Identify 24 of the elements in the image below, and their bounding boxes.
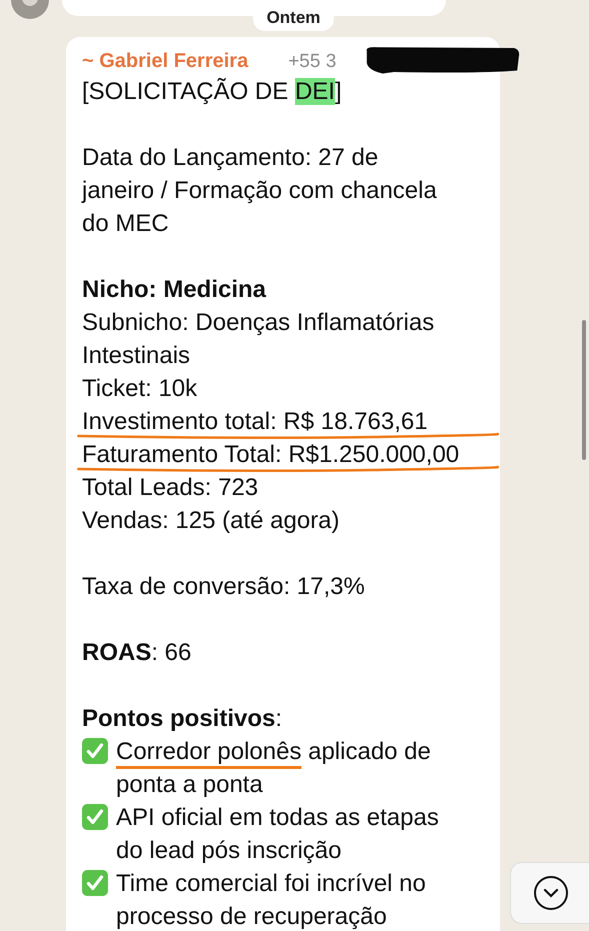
chevron-down-icon <box>533 875 569 911</box>
message-text: Corredor polonês aplicado de ponta a ponta <box>116 737 432 800</box>
scrollbar[interactable] <box>582 320 586 460</box>
message-text: Nicho: Medicina <box>82 276 266 303</box>
message-title: [SOLICITAÇÃO DE DEI] <box>82 76 343 107</box>
avatar-icon <box>10 0 50 20</box>
message-text: Data do Lançamento: 27 de janeiro / Formação com chancela do MEC <box>82 144 437 237</box>
message-text: Ticket: 10k <box>82 375 198 402</box>
message-text: Time comercial foi incrível no processo de recuperação <box>116 869 427 931</box>
sender-name[interactable]: ~ Gabriel Ferreira <box>82 44 248 78</box>
message-text: Subnicho: Doenças Inflamatórias Intestinais <box>82 309 434 369</box>
message-text: Investimento total: R$ 18.763,61 <box>82 408 428 435</box>
message-text: Faturamento Total: R$1.250.000,00 <box>82 441 460 468</box>
phone-number: +55 3 <box>288 50 336 74</box>
scroll-down-button[interactable] <box>510 862 589 924</box>
check-mark-icon <box>82 870 108 896</box>
message-text: ROAS: 66 <box>82 639 192 666</box>
check-mark-icon <box>82 804 108 830</box>
message-text: API oficial em todas as etapas do lead pós inscrição <box>116 803 440 866</box>
message-text: Vendas: 125 (até agora) <box>82 507 340 534</box>
message-text: Pontos positivos: <box>82 705 282 732</box>
message-text: Total Leads: 723 <box>82 474 258 501</box>
check-mark-icon <box>82 738 108 764</box>
message-text: Taxa de conversão: 17,3% <box>82 573 365 600</box>
